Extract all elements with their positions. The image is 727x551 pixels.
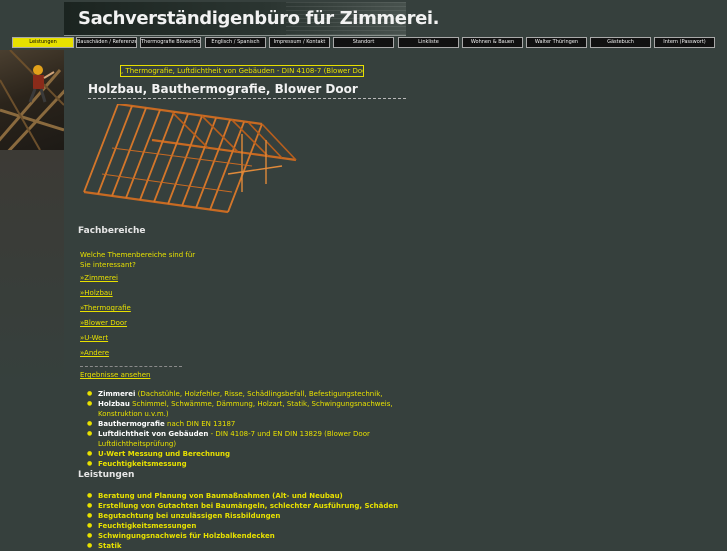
header-banner: Sachverständigenbüro für Zimmerei. (64, 2, 439, 36)
list-item: Holzbau Schimmel, Schwämme, Dämmung, Hol… (84, 399, 414, 419)
list-item: Erstellung von Gutachten bei Baumängeln,… (84, 501, 414, 511)
topic-question: Welche Themenbereiche sind für Sie inter… (80, 251, 196, 269)
list-item: U-Wert Messung und Berechnung (84, 449, 414, 459)
list-item: Beratung und Planung von Baumaßnahmen (A… (84, 491, 414, 501)
carpenter-photo (0, 50, 64, 150)
list-item: Zimmerei (Dachstühle, Holzfehler, Risse,… (84, 389, 414, 399)
nav-wohnen-bauen[interactable]: Wohnen & Bauen (462, 37, 523, 48)
leistungen-list: Beratung und Planung von Baumaßnahmen (A… (84, 491, 414, 551)
list-item: Bauthermografie nach DIN EN 13187 (84, 419, 414, 429)
nav-gaestebuch[interactable]: Gästebuch (590, 37, 651, 48)
nav-impressum-kontakt[interactable]: Impressum / Kontakt (269, 37, 330, 48)
list-item: Statik (84, 541, 414, 551)
nav-walter-thueringen[interactable]: Walter Thüringen (526, 37, 587, 48)
page-title: Holzbau, Bauthermografie, Blower Door (88, 82, 406, 99)
site-title: Sachverständigenbüro für Zimmerei. (78, 8, 440, 29)
list-item: Schwingungsnachweis für Holzbalkendecken (84, 531, 414, 541)
link-zimmerei[interactable]: »Zimmerei (80, 274, 118, 282)
list-item: Feuchtigkeitsmessung (84, 459, 414, 469)
leistungen-heading: Leistungen (78, 470, 135, 480)
list-item: Begutachtung bei unzulässigen Rissbildun… (84, 511, 414, 521)
nav-bauschaeden-referenzen[interactable]: Bauschäden / Referenzen (76, 37, 137, 48)
link-thermografie[interactable]: »Thermografie (80, 304, 131, 312)
link-holzbau[interactable]: »Holzbau (80, 289, 113, 297)
topics-list: Zimmerei (Dachstühle, Holzfehler, Risse,… (84, 389, 414, 469)
nav-englisch-spanisch[interactable]: Englisch / Spanisch (205, 37, 266, 48)
nav-thermografie-blowerdoor[interactable]: Thermografie BlowerDoor (140, 37, 201, 48)
link-u-wert[interactable]: »U-Wert (80, 334, 108, 342)
nav-intern-passwort[interactable]: Intern (Passwort) (654, 37, 715, 48)
separator-line (80, 366, 182, 367)
nav-leistungen[interactable]: Leistungen (12, 37, 74, 48)
carpenter-photo-graphic (0, 50, 64, 150)
results-link[interactable]: Ergebnisse ansehen (80, 371, 150, 379)
link-andere[interactable]: »Andere (80, 349, 109, 357)
main-navigation: Leistungen Bauschäden / Referenzen Therm… (0, 37, 727, 49)
list-item: Luftdichtheit von Gebäuden - DIN 4108-7 … (84, 429, 414, 449)
roof-truss-illustration (83, 104, 297, 214)
sidebar-background (0, 150, 64, 545)
link-blower-door[interactable]: »Blower Door (80, 319, 127, 327)
fachbereiche-heading: Fachbereiche (78, 226, 146, 236)
news-ticker[interactable]: , Thermografie, Luftdichtheit von Gebäud… (120, 65, 364, 77)
nav-standort[interactable]: Standort (333, 37, 394, 48)
list-item: Feuchtigkeitsmessungen (84, 521, 414, 531)
nav-linkliste[interactable]: Linkliste (398, 37, 459, 48)
